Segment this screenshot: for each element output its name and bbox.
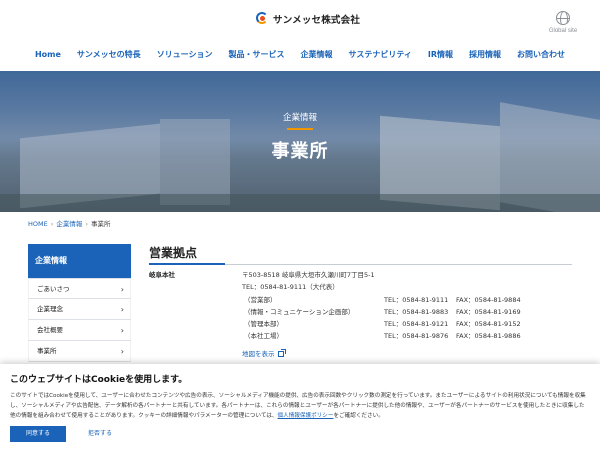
sidebar-item-label: 企業理念 <box>37 305 63 313</box>
chevron-right-icon: › <box>120 285 124 294</box>
hero-divider <box>287 128 313 130</box>
department-name: （情報・コミュニケーション企画部） <box>244 308 355 316</box>
sidebar-item-label: 事業所 <box>37 347 57 355</box>
section-divider <box>225 264 572 265</box>
chevron-right-icon: › <box>120 305 124 314</box>
branch-address: 〒503-8518 岐阜県大垣市久瀬川町7丁目5-1 <box>242 271 375 279</box>
breadcrumb: HOME › 企業情報 › 事業所 <box>28 218 110 228</box>
cookie-body-end: をご確認ください。 <box>333 413 384 419</box>
sidebar-item-philosophy[interactable]: 企業理念 › <box>28 299 131 320</box>
chevron-right-icon: › <box>120 326 124 335</box>
department-name: （営業部） <box>244 296 277 304</box>
nav-item-features[interactable]: サンメッセの特長 <box>69 48 149 62</box>
nav-item-solutions[interactable]: ソリューション <box>149 48 221 62</box>
department-tel: TEL：0584-81-9111 <box>384 296 449 304</box>
breadcrumb-separator: › <box>85 220 88 228</box>
branch-main-tel: TEL：0584-81-9111（大代表） <box>242 283 339 291</box>
sidebar-item-greeting[interactable]: ごあいさつ › <box>28 278 131 299</box>
sidebar-item-label: 会社概要 <box>37 326 63 334</box>
breadcrumb-company[interactable]: 企業情報 <box>56 220 82 228</box>
globe-icon <box>556 11 570 25</box>
cookie-title: このウェブサイトはCookieを使用します。 <box>10 375 188 385</box>
breadcrumb-current: 事業所 <box>90 220 111 228</box>
chevron-right-icon: › <box>120 347 124 356</box>
hero-banner: 企業情報 事業所 <box>0 71 600 212</box>
sidebar-item-label: ごあいさつ <box>37 285 70 293</box>
sidebar: 企業情報 ごあいさつ › 企業理念 › 会社概要 › 事業所 › <box>28 244 131 362</box>
show-map-link[interactable]: 地図を表示 <box>242 348 286 358</box>
department-tel: TEL：0584-81-9876 <box>384 332 449 340</box>
department-name: （管理本部） <box>244 320 283 328</box>
breadcrumb-home[interactable]: HOME <box>28 220 48 228</box>
department-tel: TEL：0584-81-9121 <box>384 320 449 328</box>
cookie-banner: このウェブサイトはCookieを使用します。 このサイトではCookieを使用し… <box>0 364 600 450</box>
breadcrumb-separator: › <box>50 220 54 228</box>
main-nav: Home サンメッセの特長 ソリューション 製品・サービス 企業情報 サステナビ… <box>0 48 600 62</box>
external-window-icon <box>277 349 286 357</box>
nav-item-sustainability[interactable]: サステナビリティ <box>341 48 420 62</box>
section-underline <box>149 263 225 265</box>
branch-name: 岐阜本社 <box>149 271 175 279</box>
nav-item-home[interactable]: Home <box>27 48 69 62</box>
department-tel: TEL：0584-81-9883 <box>384 308 449 316</box>
nav-item-contact[interactable]: お問い合わせ <box>509 48 573 62</box>
cookie-description: このサイトではCookieを使用して、ユーザーに合わせたコンテンツや広告の表示、… <box>10 391 590 421</box>
reject-button[interactable]: 拒否する <box>74 426 126 442</box>
nav-item-recruit[interactable]: 採用情報 <box>461 48 509 62</box>
department-fax: FAX：0584-81-9169 <box>456 308 521 316</box>
sidebar-item-overview[interactable]: 会社概要 › <box>28 320 131 341</box>
logo-mark-icon <box>256 10 270 28</box>
nav-item-ir[interactable]: IR情報 <box>420 48 461 62</box>
global-site-label: Global site <box>548 28 578 34</box>
nav-item-products[interactable]: 製品・サービス <box>221 48 293 62</box>
nav-item-company[interactable]: 企業情報 <box>293 48 341 62</box>
privacy-policy-link[interactable]: 個人情報保護ポリシー <box>278 413 334 419</box>
hero-subtitle: 企業情報 <box>282 113 317 123</box>
company-logo[interactable]: サンメッセ株式会社 <box>256 10 360 28</box>
page-title: 事業所 <box>271 141 329 162</box>
show-map-label: 地図を表示 <box>242 350 275 358</box>
global-site-link[interactable]: Global site <box>548 11 578 34</box>
sidebar-item-offices[interactable]: 事業所 › <box>28 341 131 362</box>
section-title: 営業拠点 <box>149 246 198 260</box>
department-fax: FAX：0584-81-9886 <box>456 332 521 340</box>
sidebar-heading[interactable]: 企業情報 <box>28 244 131 278</box>
department-fax: FAX：0584-81-9884 <box>456 296 521 304</box>
agree-button[interactable]: 同意する <box>10 426 66 442</box>
site-header: サンメッセ株式会社 Global site Home サンメッセの特長 ソリュー… <box>0 0 600 70</box>
logo-text: サンメッセ株式会社 <box>273 15 361 26</box>
department-name: （本社工場） <box>244 332 283 340</box>
department-fax: FAX：0584-81-9152 <box>456 320 521 328</box>
